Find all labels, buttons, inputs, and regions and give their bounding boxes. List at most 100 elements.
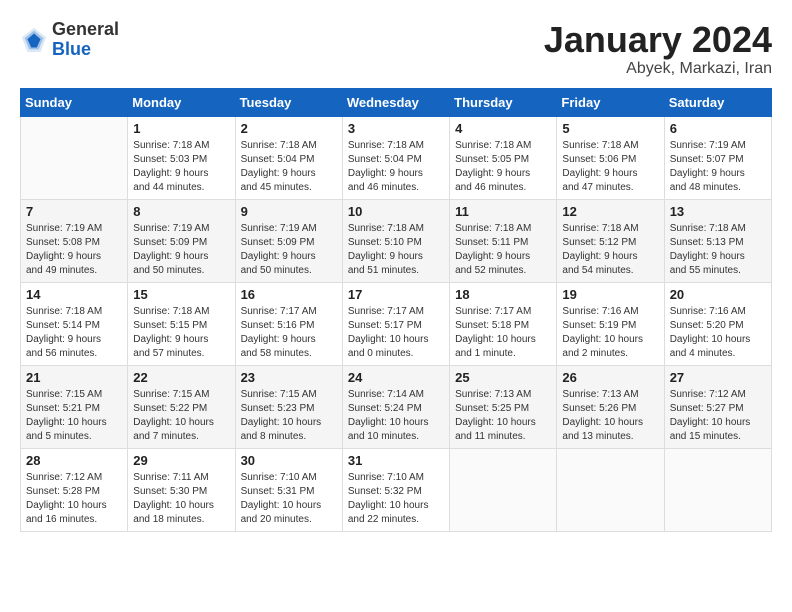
day-number: 19 [562,287,658,302]
calendar-cell: 29 Sunrise: 7:11 AM Sunset: 5:30 PM Dayli… [128,448,235,531]
day-info: Sunrise: 7:18 AM Sunset: 5:04 PM Dayligh… [348,139,444,195]
day-number: 21 [26,370,122,385]
day-number: 22 [133,370,229,385]
logo: General Blue [20,20,119,60]
calendar-cell: 23Sunrise: 7:15 AM Sunset: 5:23 PM Dayli… [235,365,342,448]
day-info: Sunrise: 7:17 AM Sunset: 5:16 PM Dayligh… [241,305,337,361]
weekday-header-sunday: Sunday [21,88,128,116]
day-info: Sunrise: 7:18 AM Sunset: 5:04 PM Dayligh… [241,139,337,195]
calendar-cell: 28 Sunrise: 7:12 AM Sunset: 5:28 PM Dayli… [21,448,128,531]
calendar-body: 1 Sunrise: 7:18 AM Sunset: 5:03 PM Daylig… [21,116,772,531]
weekday-header-thursday: Thursday [450,88,557,116]
calendar-table: SundayMondayTuesdayWednesdayThursdayFrid… [20,88,772,532]
day-info: Sunrise: 7:12 AM Sunset: 5:28 PM Dayligh… [26,471,122,527]
calendar-cell: 11 Sunrise: 7:18 AM Sunset: 5:11 PM Dayli… [450,199,557,282]
day-number: 24 [348,370,444,385]
calendar-cell: 1 Sunrise: 7:18 AM Sunset: 5:03 PM Daylig… [128,116,235,199]
month-title: January 2024 [544,20,772,60]
day-number: 26 [562,370,658,385]
day-number: 4 [455,121,551,136]
day-info: Sunrise: 7:18 AM Sunset: 5:13 PM Dayligh… [670,222,766,278]
day-info: Sunrise: 7:19 AM Sunset: 5:08 PM Dayligh… [26,222,122,278]
day-number: 13 [670,204,766,219]
calendar-cell: 30Sunrise: 7:10 AM Sunset: 5:31 PM Dayli… [235,448,342,531]
location-subtitle: Abyek, Markazi, Iran [544,60,772,78]
day-info: Sunrise: 7:18 AM Sunset: 5:10 PM Dayligh… [348,222,444,278]
calendar-cell: 14 Sunrise: 7:18 AM Sunset: 5:14 PM Dayli… [21,282,128,365]
day-info: Sunrise: 7:17 AM Sunset: 5:17 PM Dayligh… [348,305,444,361]
calendar-cell: 16Sunrise: 7:17 AM Sunset: 5:16 PM Dayli… [235,282,342,365]
calendar-cell [557,448,664,531]
day-number: 1 [133,121,229,136]
calendar-cell: 7 Sunrise: 7:19 AM Sunset: 5:08 PM Daylig… [21,199,128,282]
calendar-cell: 6Sunrise: 7:19 AM Sunset: 5:07 PM Daylig… [664,116,771,199]
day-number: 17 [348,287,444,302]
calendar-cell: 12 Sunrise: 7:18 AM Sunset: 5:12 PM Dayli… [557,199,664,282]
day-number: 8 [133,204,229,219]
day-info: Sunrise: 7:13 AM Sunset: 5:25 PM Dayligh… [455,388,551,444]
calendar-cell: 19Sunrise: 7:16 AM Sunset: 5:19 PM Dayli… [557,282,664,365]
calendar-cell: 15 Sunrise: 7:18 AM Sunset: 5:15 PM Dayli… [128,282,235,365]
calendar-week-4: 21Sunrise: 7:15 AM Sunset: 5:21 PM Dayli… [21,365,772,448]
day-info: Sunrise: 7:11 AM Sunset: 5:30 PM Dayligh… [133,471,229,527]
calendar-cell [664,448,771,531]
weekday-header-tuesday: Tuesday [235,88,342,116]
calendar-cell [450,448,557,531]
day-number: 14 [26,287,122,302]
day-number: 15 [133,287,229,302]
calendar-cell: 13 Sunrise: 7:18 AM Sunset: 5:13 PM Dayli… [664,199,771,282]
calendar-cell: 3 Sunrise: 7:18 AM Sunset: 5:04 PM Daylig… [342,116,449,199]
calendar-cell: 24Sunrise: 7:14 AM Sunset: 5:24 PM Dayli… [342,365,449,448]
day-number: 28 [26,453,122,468]
weekday-header-wednesday: Wednesday [342,88,449,116]
day-info: Sunrise: 7:13 AM Sunset: 5:26 PM Dayligh… [562,388,658,444]
day-number: 23 [241,370,337,385]
day-info: Sunrise: 7:17 AM Sunset: 5:18 PM Dayligh… [455,305,551,361]
calendar-cell: 26 Sunrise: 7:13 AM Sunset: 5:26 PM Dayli… [557,365,664,448]
day-info: Sunrise: 7:18 AM Sunset: 5:05 PM Dayligh… [455,139,551,195]
day-info: Sunrise: 7:18 AM Sunset: 5:03 PM Dayligh… [133,139,229,195]
calendar-cell [21,116,128,199]
day-number: 20 [670,287,766,302]
calendar-cell: 2 Sunrise: 7:18 AM Sunset: 5:04 PM Daylig… [235,116,342,199]
day-info: Sunrise: 7:19 AM Sunset: 5:07 PM Dayligh… [670,139,766,195]
day-number: 18 [455,287,551,302]
day-number: 11 [455,204,551,219]
calendar-cell: 25 Sunrise: 7:13 AM Sunset: 5:25 PM Dayli… [450,365,557,448]
day-info: Sunrise: 7:12 AM Sunset: 5:27 PM Dayligh… [670,388,766,444]
title-block: January 2024 Abyek, Markazi, Iran [544,20,772,78]
logo-icon [20,26,48,54]
calendar-cell: 20 Sunrise: 7:16 AM Sunset: 5:20 PM Dayli… [664,282,771,365]
weekday-header-saturday: Saturday [664,88,771,116]
day-info: Sunrise: 7:19 AM Sunset: 5:09 PM Dayligh… [241,222,337,278]
day-number: 25 [455,370,551,385]
calendar-cell: 21Sunrise: 7:15 AM Sunset: 5:21 PM Dayli… [21,365,128,448]
page-header: General Blue January 2024 Abyek, Markazi… [20,20,772,78]
calendar-cell: 18 Sunrise: 7:17 AM Sunset: 5:18 PM Dayli… [450,282,557,365]
calendar-cell: 4 Sunrise: 7:18 AM Sunset: 5:05 PM Daylig… [450,116,557,199]
day-info: Sunrise: 7:15 AM Sunset: 5:22 PM Dayligh… [133,388,229,444]
calendar-cell: 5 Sunrise: 7:18 AM Sunset: 5:06 PM Daylig… [557,116,664,199]
calendar-cell: 9Sunrise: 7:19 AM Sunset: 5:09 PM Daylig… [235,199,342,282]
day-number: 12 [562,204,658,219]
day-info: Sunrise: 7:18 AM Sunset: 5:06 PM Dayligh… [562,139,658,195]
day-info: Sunrise: 7:18 AM Sunset: 5:11 PM Dayligh… [455,222,551,278]
day-info: Sunrise: 7:18 AM Sunset: 5:12 PM Dayligh… [562,222,658,278]
calendar-cell: 27Sunrise: 7:12 AM Sunset: 5:27 PM Dayli… [664,365,771,448]
weekday-header-monday: Monday [128,88,235,116]
calendar-week-2: 7 Sunrise: 7:19 AM Sunset: 5:08 PM Daylig… [21,199,772,282]
day-number: 10 [348,204,444,219]
day-number: 7 [26,204,122,219]
day-number: 3 [348,121,444,136]
day-info: Sunrise: 7:10 AM Sunset: 5:31 PM Dayligh… [241,471,337,527]
day-info: Sunrise: 7:18 AM Sunset: 5:15 PM Dayligh… [133,305,229,361]
day-info: Sunrise: 7:18 AM Sunset: 5:14 PM Dayligh… [26,305,122,361]
day-number: 29 [133,453,229,468]
logo-text: General Blue [52,20,119,60]
day-info: Sunrise: 7:16 AM Sunset: 5:20 PM Dayligh… [670,305,766,361]
day-number: 2 [241,121,337,136]
day-number: 5 [562,121,658,136]
weekday-header-row: SundayMondayTuesdayWednesdayThursdayFrid… [21,88,772,116]
calendar-week-3: 14 Sunrise: 7:18 AM Sunset: 5:14 PM Dayli… [21,282,772,365]
weekday-header-friday: Friday [557,88,664,116]
